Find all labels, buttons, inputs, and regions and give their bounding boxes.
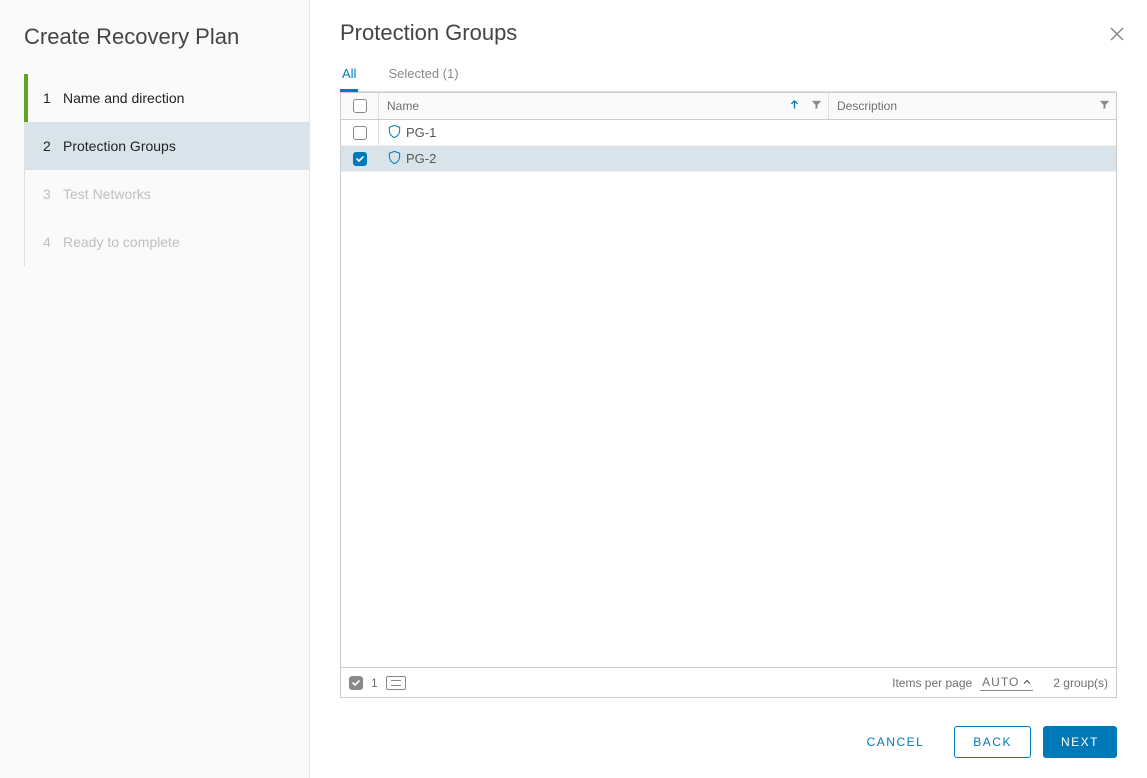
items-per-page-select[interactable]: AUTO — [980, 675, 1033, 691]
step-label: Test Networks — [63, 186, 151, 202]
grid-footer: 1 Items per page AUTO 2 group(s) — [341, 667, 1116, 697]
step-number: 4 — [43, 234, 63, 250]
step-number: 3 — [43, 186, 63, 202]
table-row[interactable]: PG-1 — [341, 120, 1116, 146]
wizard-buttons: CANCEL BACK NEXT — [340, 698, 1117, 758]
shield-icon — [387, 150, 402, 168]
total-count: 2 group(s) — [1053, 676, 1108, 690]
step-number: 1 — [43, 90, 63, 106]
grid-body: PG-1 PG-2 — [341, 120, 1116, 667]
close-button[interactable] — [1109, 26, 1125, 45]
items-per-page-label: Items per page — [892, 676, 972, 690]
row-checkbox[interactable] — [353, 126, 367, 140]
step-label: Protection Groups — [63, 138, 176, 154]
wizard-step-protection-groups[interactable]: 2 Protection Groups — [25, 122, 309, 170]
step-label: Ready to complete — [63, 234, 180, 250]
select-all-checkbox[interactable] — [353, 99, 367, 113]
tabs: All Selected (1) — [340, 64, 1117, 92]
filter-icon[interactable] — [811, 99, 822, 113]
wizard-step-name-direction[interactable]: 1 Name and direction — [25, 74, 309, 122]
column-label: Name — [387, 99, 419, 113]
wizard-step-ready-complete: 4 Ready to complete — [25, 218, 309, 266]
column-header-name[interactable]: Name — [379, 93, 829, 119]
column-picker-button[interactable] — [386, 676, 406, 690]
wizard-step-test-networks: 3 Test Networks — [25, 170, 309, 218]
chevron-up-icon — [1023, 675, 1031, 689]
protection-groups-grid: Name Description — [340, 92, 1117, 698]
wizard-steps: 1 Name and direction 2 Protection Groups… — [24, 74, 309, 266]
close-icon — [1109, 30, 1125, 45]
tab-selected[interactable]: Selected (1) — [386, 64, 460, 92]
items-per-page-value: AUTO — [982, 675, 1019, 689]
step-number: 2 — [43, 138, 63, 154]
back-button[interactable]: BACK — [954, 726, 1031, 758]
table-row[interactable]: PG-2 — [341, 146, 1116, 172]
wizard-sidebar: Create Recovery Plan 1 Name and directio… — [0, 0, 310, 778]
filter-icon[interactable] — [1099, 99, 1110, 113]
column-label: Description — [837, 99, 897, 113]
row-name: PG-1 — [406, 125, 436, 140]
shield-icon — [387, 124, 402, 142]
selected-count: 1 — [371, 676, 378, 690]
next-button[interactable]: NEXT — [1043, 726, 1117, 758]
select-all-cell[interactable] — [341, 93, 379, 119]
row-name: PG-2 — [406, 151, 436, 166]
grid-header: Name Description — [341, 93, 1116, 120]
cancel-button[interactable]: CANCEL — [849, 726, 943, 758]
panel-title: Protection Groups — [340, 20, 1117, 46]
step-label: Name and direction — [63, 90, 184, 106]
wizard-panel: Protection Groups All Selected (1) Name — [310, 0, 1147, 778]
sort-asc-icon[interactable] — [789, 99, 800, 113]
selected-indicator-checkbox[interactable] — [349, 676, 363, 690]
wizard-title: Create Recovery Plan — [0, 24, 309, 74]
tab-all[interactable]: All — [340, 64, 358, 92]
column-header-description[interactable]: Description — [829, 93, 1116, 119]
row-checkbox[interactable] — [353, 152, 367, 166]
